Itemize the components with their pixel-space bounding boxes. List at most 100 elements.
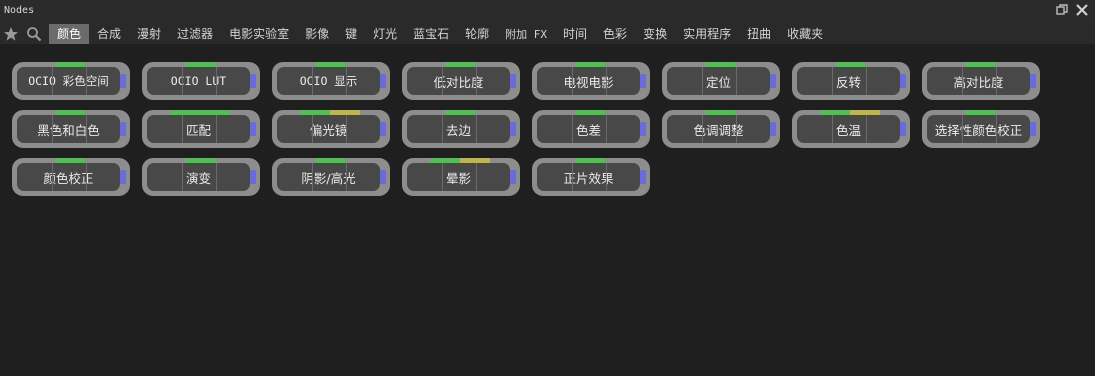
node-tile[interactable]: OCIO 彩色空间 [12,62,130,100]
search-icon[interactable] [26,26,42,42]
node-tile[interactable]: 电视电影 [532,62,650,100]
output-port[interactable] [120,74,126,88]
node-divider [962,115,963,143]
input-port[interactable] [55,62,85,67]
output-port[interactable] [770,122,776,136]
tab-13[interactable]: 变换 [635,24,675,44]
output-port[interactable] [250,74,256,88]
output-port[interactable] [510,74,516,88]
tab-9[interactable]: 轮廓 [457,24,497,44]
output-port[interactable] [640,170,646,184]
node-tile[interactable]: 演变 [142,158,260,196]
input-port[interactable] [575,110,605,115]
input-port[interactable] [185,62,215,67]
tab-0[interactable]: 颜色 [49,24,90,44]
node-divider [996,67,997,95]
output-port[interactable] [510,170,516,184]
input-port[interactable] [170,110,200,115]
output-port[interactable] [120,170,126,184]
output-port[interactable] [1030,74,1036,88]
output-port[interactable] [510,122,516,136]
input-port[interactable] [445,110,475,115]
node-tile[interactable]: 高对比度 [922,62,1040,100]
input-port[interactable] [965,62,995,67]
node-divider [86,163,87,191]
node-divider [312,163,313,191]
node-tile[interactable]: OCIO 显示 [272,62,390,100]
input-port[interactable] [965,110,995,115]
node-tile[interactable]: 颜色校正 [12,158,130,196]
tab-16[interactable]: 收藏夹 [779,24,831,44]
tab-12[interactable]: 色彩 [595,24,635,44]
output-port[interactable] [380,74,386,88]
tab-4[interactable]: 电影实验室 [221,24,297,44]
tab-6[interactable]: 键 [337,24,365,44]
tab-3[interactable]: 过滤器 [169,24,221,44]
tab-5[interactable]: 影像 [297,24,337,44]
input-port[interactable] [330,110,360,115]
input-port[interactable] [705,62,735,67]
input-port[interactable] [445,62,475,67]
node-divider [442,115,443,143]
input-port[interactable] [705,110,735,115]
tab-1[interactable]: 合成 [89,24,129,44]
output-port[interactable] [250,170,256,184]
input-port[interactable] [820,110,850,115]
tab-11[interactable]: 时间 [555,24,595,44]
node-tile[interactable]: 定位 [662,62,780,100]
tab-label: 电影实验室 [229,27,290,41]
node-tile[interactable]: OCIO LUT [142,62,260,100]
star-icon[interactable] [3,26,19,42]
close-icon[interactable] [1075,3,1089,17]
output-port[interactable] [640,74,646,88]
input-port[interactable] [575,62,605,67]
node-label: 电视电影 [537,67,640,95]
output-port[interactable] [250,122,256,136]
input-port[interactable] [460,158,490,163]
input-port[interactable] [315,158,345,163]
node-tile[interactable]: 色调调整 [662,110,780,148]
output-port[interactable] [1030,122,1036,136]
node-tile[interactable]: 低对比度 [402,62,520,100]
node-tile[interactable]: 匹配 [142,110,260,148]
node-divider [312,115,313,143]
input-port[interactable] [185,158,215,163]
tab-14[interactable]: 实用程序 [675,24,739,44]
output-port[interactable] [120,122,126,136]
input-port[interactable] [835,62,865,67]
node-divider [476,67,477,95]
tab-10[interactable]: 附加 FX [497,24,555,44]
node-tile[interactable]: 去边 [402,110,520,148]
node-tile[interactable]: 阴影/高光 [272,158,390,196]
node-tile[interactable]: 选择性颜色校正 [922,110,1040,148]
output-port[interactable] [770,74,776,88]
node-tile[interactable]: 偏光镜 [272,110,390,148]
node-tile[interactable]: 色温 [792,110,910,148]
node-divider [736,67,737,95]
tab-8[interactable]: 蓝宝石 [405,24,457,44]
input-port[interactable] [315,62,345,67]
output-port[interactable] [380,170,386,184]
node-divider [832,67,833,95]
input-port[interactable] [850,110,880,115]
tab-7[interactable]: 灯光 [365,24,405,44]
node-tile[interactable]: 正片效果 [532,158,650,196]
input-port[interactable] [300,110,330,115]
node-tile[interactable]: 晕影 [402,158,520,196]
input-port[interactable] [430,158,460,163]
input-port[interactable] [200,110,230,115]
output-port[interactable] [380,122,386,136]
input-port[interactable] [55,110,85,115]
tab-2[interactable]: 漫射 [129,24,169,44]
tab-15[interactable]: 扭曲 [739,24,779,44]
output-port[interactable] [900,74,906,88]
output-port[interactable] [640,122,646,136]
tab-label: 颜色 [57,27,82,41]
node-tile[interactable]: 反转 [792,62,910,100]
output-port[interactable] [900,122,906,136]
restore-icon[interactable] [1055,3,1069,17]
input-port[interactable] [55,158,85,163]
node-tile[interactable]: 色差 [532,110,650,148]
input-port[interactable] [575,158,605,163]
node-tile[interactable]: 黑色和白色 [12,110,130,148]
